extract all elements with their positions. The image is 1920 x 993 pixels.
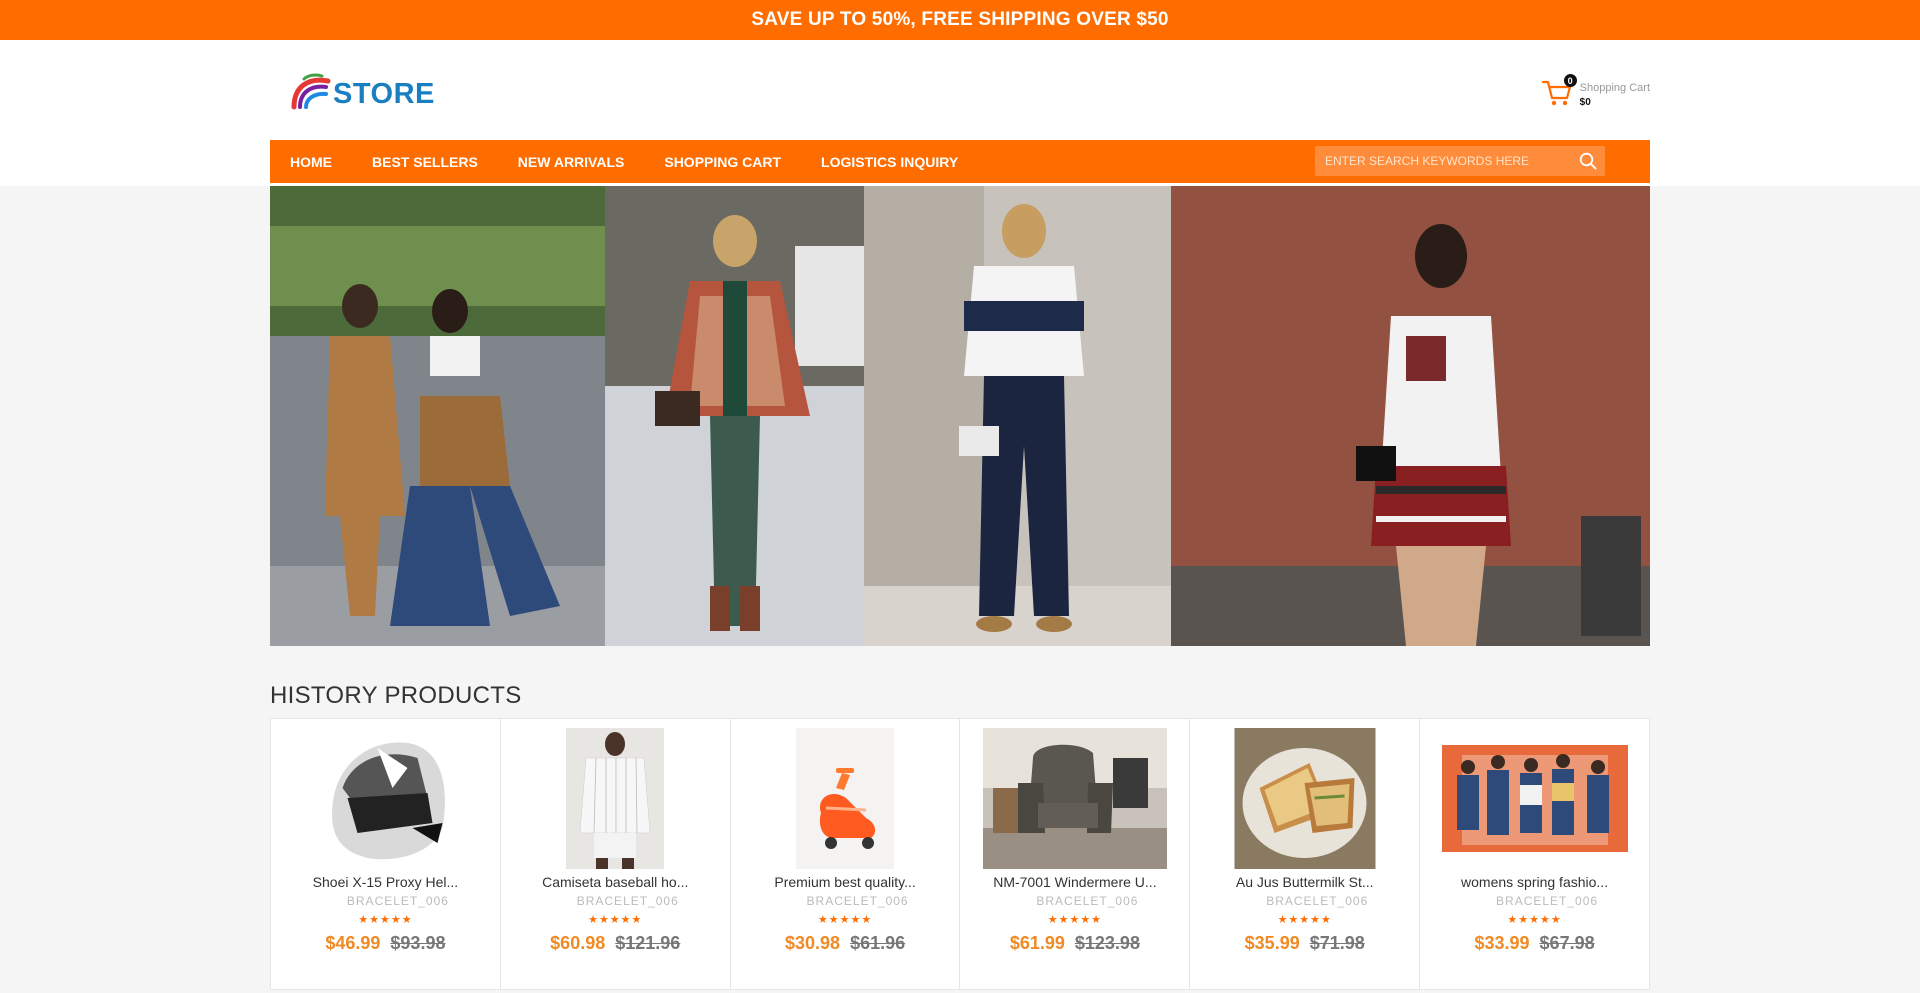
cart-total: $0 [1579, 97, 1591, 108]
header-band: STORE 0 Shopping Cart $0 HOME BEST SELLE… [0, 40, 1920, 186]
sale-price: $30.98 [785, 933, 841, 953]
nav-home[interactable]: HOME [290, 154, 332, 170]
product-name[interactable]: Camiseta baseball ho... [501, 874, 730, 890]
cart-label: Shopping Cart [1579, 82, 1650, 94]
product-brand: BRACELET_006 [806, 894, 909, 908]
product-list: Shoei X-15 Proxy Hel... BRACELET_006 ★★★… [270, 718, 1650, 990]
product-image[interactable] [566, 728, 665, 869]
product-card[interactable]: womens spring fashio... BRACELET_006 ★★★… [1420, 719, 1649, 989]
product-rating-stars-icon: ★★★★★ [1507, 914, 1562, 926]
product-image[interactable] [317, 728, 453, 869]
banner-photo-4 [1171, 186, 1650, 646]
product-brand: BRACELET_006 [576, 894, 679, 908]
banner-photo-2 [605, 186, 864, 646]
original-price: $121.96 [615, 933, 681, 953]
product-rating-stars-icon: ★★★★★ [358, 914, 413, 926]
cart-summary: Shopping Cart $0 [1580, 82, 1650, 108]
original-price: $67.98 [1539, 933, 1595, 953]
original-price: $71.98 [1309, 933, 1365, 953]
nav-logistics-inquiry[interactable]: LOGISTICS INQUIRY [821, 154, 958, 170]
banner-photo-1 [270, 186, 605, 646]
product-brand: BRACELET_006 [1266, 894, 1369, 908]
product-name[interactable]: Shoei X-15 Proxy Hel... [271, 874, 500, 890]
search-input[interactable] [1315, 154, 1565, 168]
product-price: $46.99 $93.98 [271, 933, 500, 954]
product-brand: BRACELET_006 [1036, 894, 1139, 908]
product-card[interactable]: NM-7001 Windermere U... BRACELET_006 ★★★… [960, 719, 1191, 989]
section-title: HISTORY PRODUCTS [270, 682, 522, 709]
product-price: $33.99 $67.98 [1420, 933, 1649, 954]
product-rating-stars-icon: ★★★★★ [1047, 914, 1103, 926]
sale-price: $61.99 [1009, 933, 1065, 953]
sale-price: $46.99 [325, 933, 381, 953]
product-name[interactable]: Premium best quality... [731, 874, 960, 890]
product-card[interactable]: Au Jus Buttermilk St... BRACELET_006 ★★★… [1190, 719, 1421, 989]
original-price: $123.98 [1074, 933, 1140, 953]
cart-count-badge: 0 [1563, 74, 1577, 87]
hero-banner[interactable] [270, 186, 1650, 646]
product-image[interactable] [796, 728, 895, 869]
cart-icon[interactable]: 0 [1541, 74, 1577, 110]
product-rating-stars-icon: ★★★★★ [1277, 914, 1332, 926]
search-box [1315, 146, 1605, 176]
nav-best-sellers[interactable]: BEST SELLERS [372, 154, 478, 170]
logo-mark-icon [291, 73, 331, 110]
store-logo[interactable]: STORE [290, 69, 435, 111]
promo-banner: SAVE UP TO 50%, FREE SHIPPING OVER $50 [0, 0, 1920, 40]
original-price: $61.96 [850, 933, 906, 953]
product-image[interactable] [982, 728, 1167, 869]
product-rating-stars-icon: ★★★★★ [817, 914, 873, 926]
product-price: $61.99 $123.98 [960, 933, 1189, 954]
product-price: $30.98 $61.96 [731, 933, 960, 954]
product-name[interactable]: womens spring fashio... [1420, 874, 1649, 890]
product-card[interactable]: Premium best quality... BRACELET_006 ★★★… [731, 719, 961, 989]
product-card[interactable]: Shoei X-15 Proxy Hel... BRACELET_006 ★★★… [271, 719, 501, 989]
product-image[interactable] [1234, 728, 1376, 869]
nav-shopping-cart[interactable]: SHOPPING CART [664, 154, 781, 170]
banner-photo-3 [864, 186, 1171, 646]
nav-new-arrivals[interactable]: NEW ARRIVALS [518, 154, 625, 170]
product-name[interactable]: NM-7001 Windermere U... [960, 874, 1189, 890]
product-image[interactable] [1441, 745, 1628, 852]
main-nav: HOME BEST SELLERS NEW ARRIVALS SHOPPING … [270, 140, 1650, 183]
search-icon[interactable] [1579, 152, 1597, 170]
product-name[interactable]: Au Jus Buttermilk St... [1190, 874, 1419, 890]
header: STORE 0 Shopping Cart $0 [270, 40, 1650, 140]
product-card[interactable]: Camiseta baseball ho... BRACELET_006 ★★★… [501, 719, 731, 989]
product-price: $35.99 $71.98 [1190, 933, 1419, 954]
logo-text: STORE [333, 77, 435, 110]
sale-price: $60.98 [550, 933, 606, 953]
product-rating-stars-icon: ★★★★★ [588, 914, 643, 926]
original-price: $93.98 [390, 933, 446, 953]
product-brand: BRACELET_006 [1496, 894, 1599, 908]
header-cart[interactable]: 0 Shopping Cart $0 [1541, 74, 1650, 110]
sale-price: $33.99 [1474, 933, 1530, 953]
sale-price: $35.99 [1244, 933, 1300, 953]
product-price: $60.98 $121.96 [501, 933, 730, 954]
product-brand: BRACELET_006 [346, 894, 449, 908]
